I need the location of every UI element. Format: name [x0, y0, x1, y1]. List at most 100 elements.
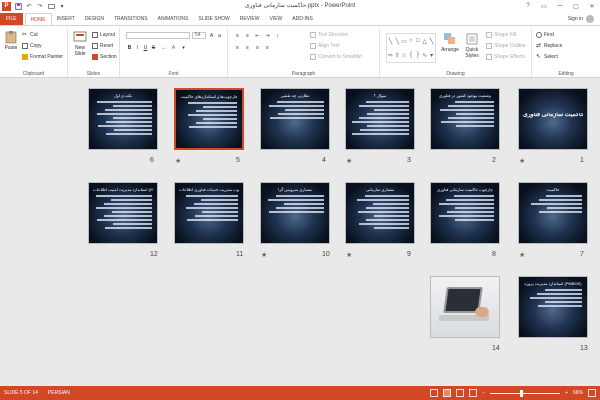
slide-thumbnail[interactable]: چارچوب حاکمیت سازمانی فناوری	[430, 182, 500, 244]
tab-review[interactable]: REVIEW	[235, 13, 265, 25]
bullets-icon[interactable]: ≡	[234, 32, 241, 39]
align-right-icon[interactable]: ≡	[254, 44, 261, 51]
help-icon[interactable]: ?	[520, 0, 536, 12]
find-button[interactable]: Find	[536, 32, 554, 38]
format-painter-button[interactable]: Format Painter	[22, 54, 63, 60]
shapes-gallery[interactable]: ╲ ╲ ▭ ○ □ △ ╲ ⇨ ⇧ ☆ { } ∿ ▾	[386, 33, 436, 63]
bracket-shape-icon[interactable]: }	[414, 48, 421, 62]
tab-add-ins[interactable]: ADD-INS	[287, 13, 318, 25]
paste-button[interactable]: Paste	[3, 30, 19, 51]
layout-button[interactable]: Layout	[92, 32, 115, 38]
transition-star-icon[interactable]: ★	[261, 251, 267, 259]
font-color-icon[interactable]: A	[170, 44, 177, 51]
line-shape-icon[interactable]: ╲	[394, 34, 401, 48]
shape-outline-button[interactable]: Shape Outline	[486, 43, 526, 49]
slide-thumbnail[interactable]: چارچوب‌ها و استانداردهای حاکمیت	[174, 88, 244, 150]
transition-star-icon[interactable]: ★	[175, 157, 181, 165]
align-center-icon[interactable]: ≡	[244, 44, 251, 51]
underline-button[interactable]: U	[142, 44, 149, 51]
zoom-slider-thumb[interactable]	[520, 389, 524, 397]
italic-button[interactable]: I	[134, 44, 141, 51]
slide-thumbnail[interactable]: نظارتی چه نقشی	[260, 88, 330, 150]
fit-to-window-icon[interactable]	[588, 389, 596, 397]
slide-thumbnail[interactable]: حاکمیت	[518, 182, 588, 244]
bracket-shape-icon[interactable]: {	[408, 48, 415, 62]
slide-thumbnail[interactable]: چارچوب مدیریت خدمات فناوری اطلاعات (ITIL…	[174, 182, 244, 244]
reset-button[interactable]: Reset	[92, 43, 113, 49]
minimize-icon[interactable]: —	[552, 0, 568, 12]
transition-star-icon[interactable]: ★	[519, 157, 525, 165]
arrow-shape-icon[interactable]: ⇧	[394, 48, 401, 62]
bold-button[interactable]: B	[126, 44, 133, 51]
zoom-level[interactable]: 66%	[573, 390, 583, 396]
arrow-shape-icon[interactable]: ⇨	[387, 48, 394, 62]
replace-button[interactable]: ⇄ Replace	[536, 43, 562, 49]
slide-sorter-view-icon[interactable]	[443, 389, 452, 397]
zoom-in-icon[interactable]: +	[565, 390, 568, 396]
line-shape-icon[interactable]: ╲	[387, 34, 394, 48]
strikethrough-button[interactable]: S	[150, 44, 157, 51]
slide-thumbnail[interactable]: استاندارد مدیریت پروژه (PMBOK)	[518, 276, 588, 338]
shape-fill-button[interactable]: Shape Fill	[486, 32, 516, 38]
shape-effects-button[interactable]: Shape Effects	[486, 54, 525, 60]
slide-thumbnail[interactable]: استاندارد مدیریت امنیت اطلاعات (ISMS)	[88, 182, 158, 244]
rectangle-shape-icon[interactable]: ▭	[401, 34, 408, 48]
normal-view-icon[interactable]	[430, 389, 439, 397]
tab-transitions[interactable]: TRANSITIONS	[109, 13, 153, 25]
slide-thumbnail[interactable]: معماری سازمانی	[345, 182, 415, 244]
reading-view-icon[interactable]	[456, 389, 465, 397]
font-name-combobox[interactable]	[126, 32, 190, 39]
font-size-combobox[interactable]: 54	[192, 32, 206, 39]
oval-shape-icon[interactable]: ○	[408, 34, 415, 48]
tab-view[interactable]: VIEW	[265, 13, 288, 25]
triangle-shape-icon[interactable]: △	[421, 34, 428, 48]
transition-star-icon[interactable]: ★	[519, 251, 525, 259]
slide-show-view-icon[interactable]	[469, 389, 478, 397]
close-icon[interactable]: ✕	[584, 0, 600, 12]
convert-smartart-button[interactable]: Convert to SmartArt	[310, 54, 362, 60]
arrange-button[interactable]: Arrange	[440, 32, 460, 53]
line-spacing-icon[interactable]: ↕	[274, 32, 281, 39]
slide-thumbnail[interactable]: معماری سرویس گرا	[260, 182, 330, 244]
transition-star-icon[interactable]: ★	[346, 157, 352, 165]
text-highlight-icon[interactable]: ▾	[180, 44, 187, 51]
sign-in[interactable]: Sign in	[568, 15, 594, 23]
tab-home[interactable]: HOME	[24, 13, 52, 25]
slide-thumbnail[interactable]: نکته ی اول	[88, 88, 158, 150]
copy-button[interactable]: Copy	[22, 43, 42, 49]
line-shape-icon[interactable]: ╲	[428, 34, 435, 48]
slide-sorter[interactable]: حاکمیت سازمانی فناوری 1 ★ وضعیت موجود کشور …	[0, 78, 600, 386]
text-direction-button[interactable]: Text Direction	[310, 32, 348, 38]
zoom-slider[interactable]	[490, 389, 561, 397]
section-button[interactable]: Section	[92, 54, 117, 60]
tab-file[interactable]: FILE	[0, 13, 23, 25]
maximize-icon[interactable]: ▢	[568, 0, 584, 12]
quick-styles-button[interactable]: Quick Styles	[462, 32, 482, 59]
slide-thumbnail[interactable]: حاکمیت سازمانی فناوری	[518, 88, 588, 150]
tab-design[interactable]: DESIGN	[80, 13, 109, 25]
tab-slide-show[interactable]: SLIDE SHOW	[193, 13, 234, 25]
zoom-out-icon[interactable]: −	[482, 390, 485, 396]
increase-indent-icon[interactable]: ⇥	[264, 32, 271, 39]
select-button[interactable]: ↖ Select	[536, 54, 558, 60]
numbering-icon[interactable]: ≡	[244, 32, 251, 39]
decrease-indent-icon[interactable]: ⇤	[254, 32, 261, 39]
increase-font-icon[interactable]: A	[208, 32, 215, 39]
slide-thumbnail[interactable]	[430, 276, 500, 338]
justify-icon[interactable]: ≡	[264, 44, 271, 51]
decrease-font-icon[interactable]: a	[216, 32, 223, 39]
language-indicator[interactable]: PERSIAN	[48, 390, 70, 396]
align-text-button[interactable]: Align Text	[310, 43, 340, 49]
transition-star-icon[interactable]: ★	[346, 251, 352, 259]
slide-thumbnail[interactable]: وضعیت موجود کشور در فناوری	[430, 88, 500, 150]
curve-shape-icon[interactable]: ∿	[421, 48, 428, 62]
star-shape-icon[interactable]: ☆	[401, 48, 408, 62]
new-slide-button[interactable]: New Slide	[71, 30, 89, 57]
tab-animations[interactable]: ANIMATIONS	[153, 13, 194, 25]
tab-insert[interactable]: INSERT	[52, 13, 80, 25]
rectangle-shape-icon[interactable]: □	[414, 34, 421, 48]
cut-button[interactable]: ✂ Cut	[22, 32, 38, 38]
character-spacing-icon[interactable]: ↔	[160, 44, 167, 51]
align-left-icon[interactable]: ≡	[234, 44, 241, 51]
ribbon-display-options-icon[interactable]: ▭	[536, 0, 552, 12]
